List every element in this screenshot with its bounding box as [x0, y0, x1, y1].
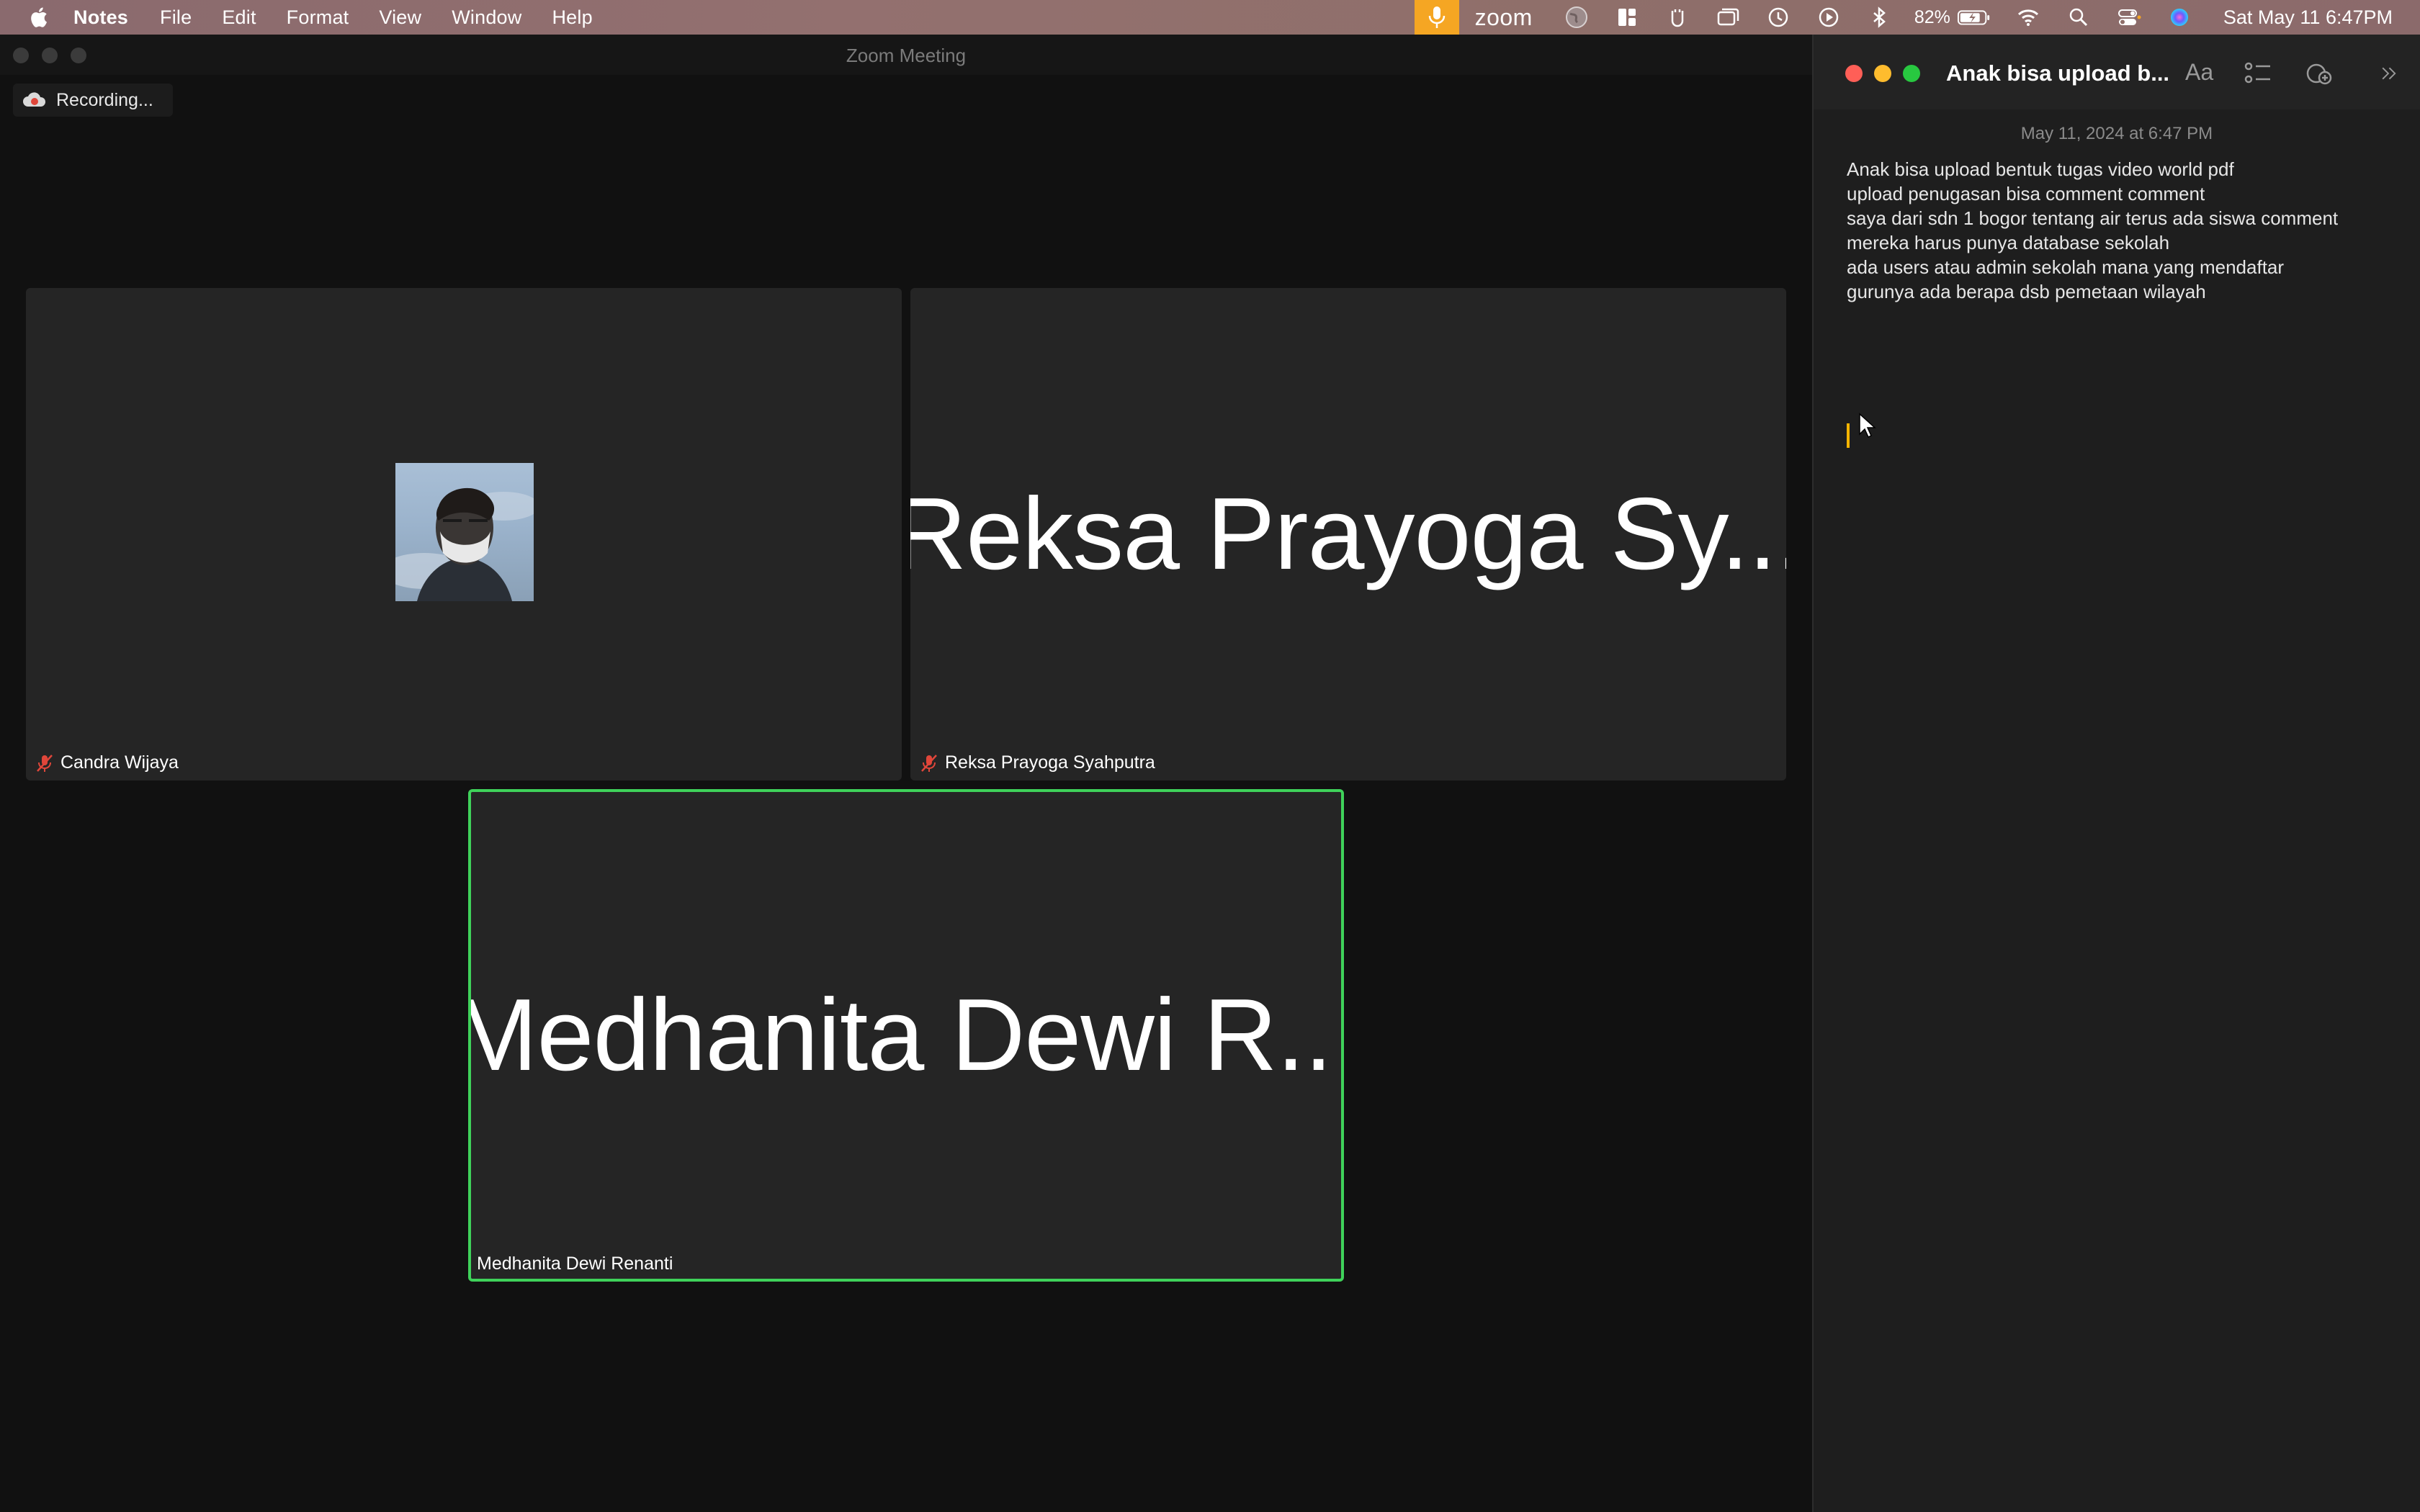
- share-collaborate-icon[interactable]: [2303, 59, 2335, 94]
- note-line: mereka harus punya database sekolah: [1847, 232, 2170, 253]
- menu-edit[interactable]: Edit: [222, 6, 256, 29]
- participant-tile[interactable]: Reksa Prayoga Sy... Reksa Prayoga Syahpu…: [910, 288, 1786, 780]
- participant-avatar-photo: [395, 463, 534, 601]
- text-caret: [1847, 423, 1850, 448]
- time-machine-icon[interactable]: [1764, 5, 1793, 30]
- zoom-menu-item[interactable]: zoom: [1475, 4, 1533, 31]
- note-line: upload penugasan bisa comment comment: [1847, 183, 2205, 204]
- menu-help[interactable]: Help: [552, 6, 592, 29]
- chevron-double-right-icon[interactable]: [2378, 59, 2403, 94]
- notes-toolbar: Anak bisa upload b... Aa: [1814, 35, 2420, 109]
- menu-bar: Notes File Edit Format View Window Help …: [0, 0, 2420, 35]
- participant-name: Reksa Prayoga Syahputra: [945, 752, 1155, 773]
- menu-clock[interactable]: Sat May 11 6:47PM: [2223, 6, 2393, 29]
- globe-icon[interactable]: [1562, 5, 1591, 30]
- participant-tile-active-speaker[interactable]: Medhanita Dewi R... Medhanita Dewi Renan…: [468, 789, 1344, 1282]
- note-title: Anak bisa upload b...: [1946, 60, 2170, 86]
- participant-display-name: Reksa Prayoga Sy...: [910, 477, 1786, 591]
- menu-view[interactable]: View: [379, 6, 421, 29]
- note-line: saya dari sdn 1 bogor tentang air terus …: [1847, 207, 2339, 229]
- zoom-window-title: Zoom Meeting: [846, 45, 967, 66]
- screen-share-icon[interactable]: [1713, 5, 1742, 30]
- menu-window[interactable]: Window: [452, 6, 521, 29]
- apple-icon[interactable]: [27, 6, 49, 29]
- note-line: gurunya ada berapa dsb pemetaan wilayah: [1847, 281, 2206, 302]
- notes-window: Anak bisa upload b... Aa May 11, 2024 at…: [1812, 35, 2420, 1512]
- participant-name: Medhanita Dewi Renanti: [477, 1254, 673, 1274]
- note-date: May 11, 2024 at 6:47 PM: [2020, 124, 2213, 143]
- battery-percentage: 82%: [1914, 6, 1950, 27]
- participant-name-tag: Reksa Prayoga Syahputra: [919, 752, 1155, 773]
- microphone-icon[interactable]: [1414, 0, 1459, 35]
- muted-microphone-icon: [37, 754, 53, 772]
- wifi-icon[interactable]: [2014, 5, 2043, 30]
- mouse-pointer-icon: [1859, 413, 1876, 438]
- notes-minimize-button[interactable]: [1874, 65, 1891, 82]
- menu-app-name[interactable]: Notes: [73, 6, 128, 29]
- cloud-recording-icon: [23, 92, 46, 107]
- zoom-titlebar: Zoom Meeting: [0, 35, 1812, 75]
- menu-format[interactable]: Format: [287, 6, 349, 29]
- play-icon[interactable]: [1814, 5, 1843, 30]
- menu-file[interactable]: File: [160, 6, 192, 29]
- clipboard-icon[interactable]: [1663, 5, 1692, 30]
- participant-name-tag: Medhanita Dewi Renanti: [477, 1254, 673, 1274]
- notes-fullscreen-button[interactable]: [1903, 65, 1920, 82]
- muted-microphone-icon: [921, 754, 937, 772]
- note-body-editor[interactable]: Anak bisa upload bentuk tugas video worl…: [1847, 157, 2398, 304]
- battery-icon[interactable]: [1956, 5, 1992, 30]
- participant-display-name: Medhanita Dewi R...: [468, 978, 1344, 1092]
- participant-tile[interactable]: Candra Wijaya: [26, 288, 902, 780]
- participant-name: Candra Wijaya: [60, 752, 179, 773]
- control-center-icon[interactable]: [2115, 5, 2143, 30]
- format-text-button[interactable]: Aa: [2185, 59, 2213, 86]
- recording-label: Recording...: [56, 89, 153, 110]
- notes-close-button[interactable]: [1845, 65, 1863, 82]
- note-line: ada users atau admin sekolah mana yang m…: [1847, 256, 2285, 278]
- window-layout-icon[interactable]: [1613, 5, 1641, 30]
- bluetooth-icon[interactable]: [1865, 5, 1894, 30]
- checklist-icon[interactable]: [2243, 59, 2275, 94]
- siri-icon[interactable]: [2165, 5, 2194, 30]
- recording-indicator[interactable]: Recording...: [13, 84, 173, 117]
- participant-name-tag: Candra Wijaya: [35, 752, 179, 773]
- search-icon[interactable]: [2064, 5, 2093, 30]
- zoom-meeting-window: Zoom Meeting Recording... Candra Wijaya …: [0, 35, 1812, 1512]
- note-line: Anak bisa upload bentuk tugas video worl…: [1847, 158, 2234, 180]
